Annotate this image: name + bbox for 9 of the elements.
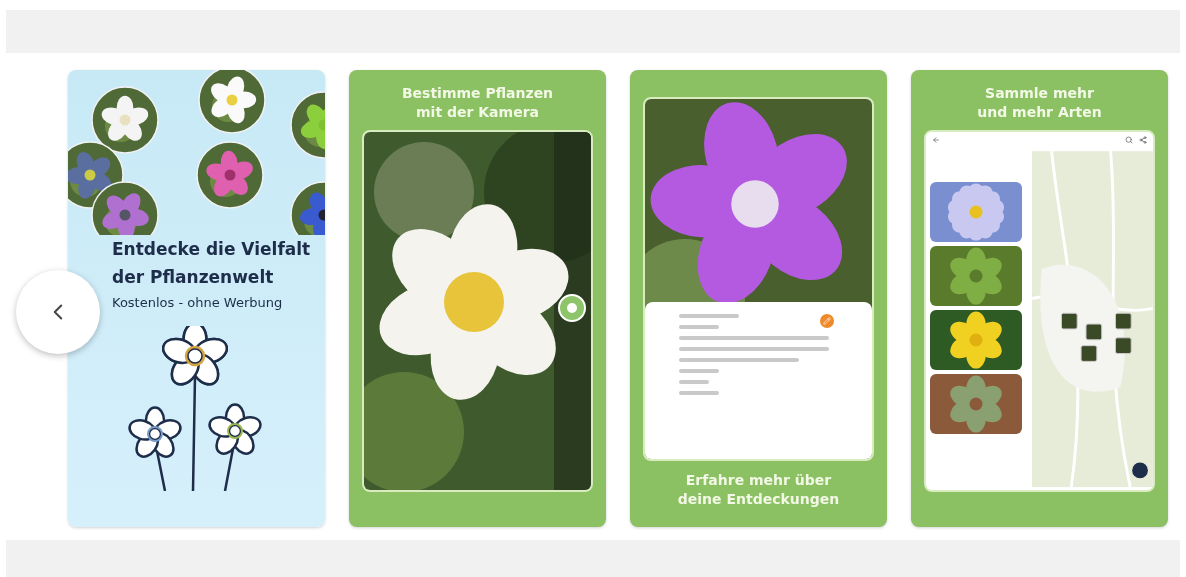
headline: Entdecke die Vielfalt der Pflanzenwelt — [111, 238, 312, 289]
caption: Bestimme Pflanzen mit der Kamera — [401, 84, 554, 122]
subtitle: Kostenlos - ohne Werbung — [111, 294, 284, 310]
pencil-icon[interactable] — [820, 314, 834, 328]
caption: Sammle mehr und mehr Arten — [977, 84, 1102, 122]
back-icon[interactable] — [932, 136, 940, 144]
search-icon[interactable] — [1125, 136, 1133, 144]
share-icon[interactable] — [1139, 136, 1147, 144]
caption: Erfahre mehr über deine Entdeckungen — [677, 471, 840, 509]
